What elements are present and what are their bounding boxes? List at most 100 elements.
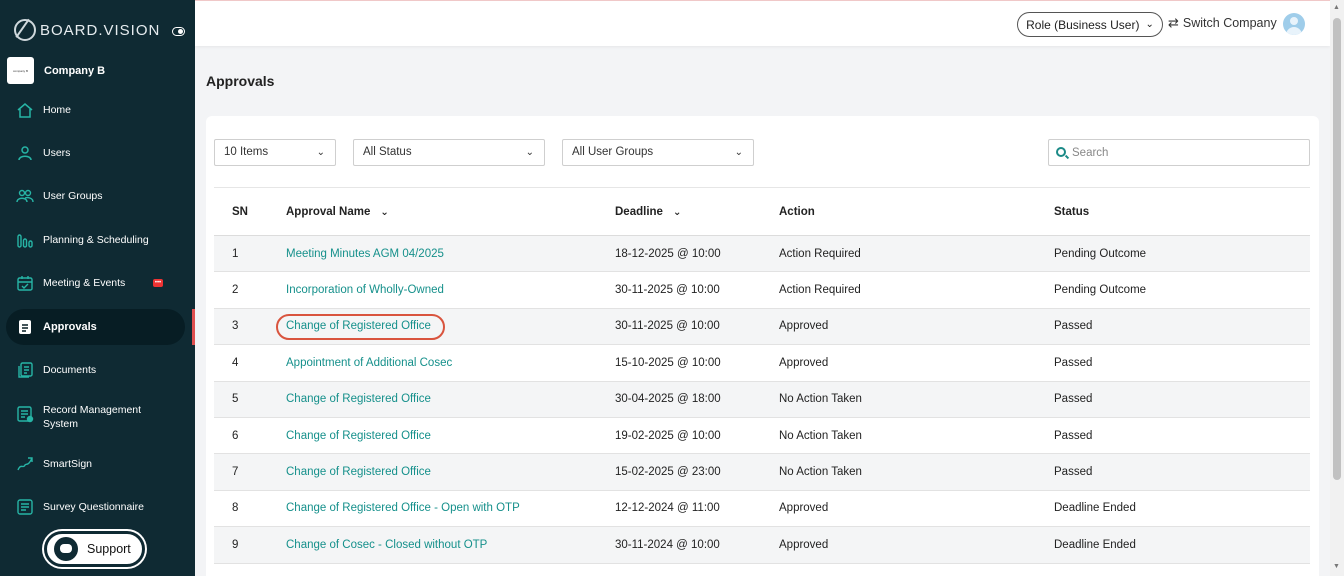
active-indicator	[192, 309, 195, 345]
header-status: Status	[1054, 187, 1310, 236]
cell-deadline: 30-04-2025 @ 18:00	[615, 381, 779, 418]
cell-action: Action Required	[779, 235, 1054, 273]
header-approval-name[interactable]: Approval Name ⌄	[286, 187, 615, 236]
sidebar-toggle-icon[interactable]	[172, 27, 185, 36]
sidebar-item-label: Survey Questionnaire	[43, 501, 144, 513]
page-title: Approvals	[206, 73, 275, 89]
scroll-thumb[interactable]	[1333, 18, 1341, 480]
cell-action: Approved	[779, 308, 1054, 346]
cell-status: Deadline Ended	[1054, 526, 1310, 564]
table-row: 8 Change of Registered Office - Open wit…	[214, 490, 1310, 528]
sort-chevron-icon[interactable]: ⌄	[380, 207, 388, 218]
role-label: Role (Business User)	[1026, 17, 1140, 32]
chevron-down-icon: ⌄	[734, 147, 743, 158]
cell-deadline: 18-12-2025 @ 10:00	[615, 235, 779, 273]
cell-sn: 7	[214, 453, 286, 491]
table-row: 9 Change of Cosec - Closed without OTP 3…	[214, 526, 1310, 564]
sidebar-item-label: SmartSign	[43, 458, 93, 470]
sidebar-item-label: Documents	[43, 364, 97, 376]
sidebar-item-home[interactable]: Home	[0, 92, 195, 128]
search-icon	[1056, 147, 1066, 157]
header-deadline[interactable]: Deadline ⌄	[615, 187, 779, 236]
approval-name-link[interactable]: Change of Registered Office	[286, 430, 431, 442]
avatar[interactable]	[1283, 13, 1305, 35]
approval-name-link[interactable]: Change of Registered Office - Open with …	[286, 502, 520, 514]
sidebar-item-documents[interactable]: Documents	[0, 352, 195, 388]
top-bar: Role (Business User) ⌄ ⇄ Switch Company	[195, 0, 1330, 46]
sidebar-item-label: User Groups	[43, 190, 103, 202]
scroll-up-icon[interactable]: ▲	[1333, 4, 1340, 11]
company-selector[interactable]: company B Company B	[7, 57, 105, 84]
items-per-page-select[interactable]: 10 Items ⌄	[214, 139, 336, 166]
sidebar-item-approvals[interactable]: Approvals	[0, 309, 195, 345]
chevron-down-icon: ⌄	[1145, 19, 1154, 30]
documents-icon	[18, 362, 33, 378]
sidebar-item-label: Home	[43, 104, 72, 116]
user-groups-filter-select[interactable]: All User Groups ⌄	[562, 139, 754, 166]
scroll-down-icon[interactable]: ▼	[1333, 563, 1340, 570]
sidebar-item-users[interactable]: Users	[0, 135, 195, 171]
approval-name-link[interactable]: Appointment of Additional Cosec	[286, 357, 452, 369]
table-row: 5 Change of Registered Office 30-04-2025…	[214, 381, 1310, 418]
cell-status: Pending Outcome	[1054, 271, 1310, 309]
cell-action: No Action Taken	[779, 417, 1054, 455]
switch-company-label: Switch Company	[1182, 16, 1277, 30]
sidebar-item-user-groups[interactable]: User Groups	[0, 178, 195, 214]
table-row: 1 Meeting Minutes AGM 04/2025 18-12-2025…	[214, 235, 1310, 273]
approval-name-link[interactable]: Change of Registered Office	[286, 393, 431, 405]
calendar-icon	[17, 276, 33, 291]
brand-name: BOARD.VISION	[40, 21, 161, 39]
cell-deadline: 15-10-2025 @ 10:00	[615, 344, 779, 382]
cell-sn: 3	[214, 308, 286, 346]
chevron-down-icon: ⌄	[525, 147, 534, 158]
cell-deadline: 30-11-2024 @ 10:00	[615, 526, 779, 564]
sidebar: BOARD.VISION company B Company B Home Us…	[0, 0, 195, 576]
cell-deadline: 12-12-2024 @ 11:00	[615, 490, 779, 528]
header-sn: SN	[214, 187, 286, 236]
approval-name-link[interactable]: Change of Registered Office	[286, 320, 431, 332]
items-per-page-value: 10 Items	[224, 146, 269, 158]
search-box[interactable]	[1048, 139, 1310, 166]
user-group-icon	[16, 189, 34, 203]
sidebar-item-planning[interactable]: Planning & Scheduling	[0, 222, 195, 258]
approval-name-link[interactable]: Change of Cosec - Closed without OTP	[286, 539, 487, 551]
page-scrollbar[interactable]: ▲ ▼	[1330, 0, 1344, 576]
sidebar-item-label: Approvals	[43, 321, 97, 333]
switch-company-button[interactable]: ⇄ Switch Company	[1168, 15, 1277, 31]
role-selector[interactable]: Role (Business User) ⌄	[1017, 12, 1163, 37]
cell-status: Pending Outcome	[1054, 235, 1310, 273]
cell-action: No Action Taken	[779, 453, 1054, 491]
header-approval-name-label: Approval Name	[286, 205, 371, 218]
approval-name-link[interactable]: Meeting Minutes AGM 04/2025	[286, 248, 444, 260]
sort-chevron-icon[interactable]: ⌄	[673, 207, 681, 218]
cell-deadline: 30-11-2025 @ 10:00	[615, 271, 779, 309]
brand-logo[interactable]: BOARD.VISION	[0, 0, 195, 60]
sidebar-item-survey[interactable]: Survey Questionnaire	[0, 489, 195, 525]
status-filter-value: All Status	[363, 146, 412, 158]
sidebar-item-meetings[interactable]: Meeting & Events •••	[0, 265, 195, 301]
company-logo: company B	[7, 57, 34, 84]
sidebar-item-smartsign[interactable]: SmartSign	[0, 446, 195, 482]
cell-status: Deadline Ended	[1054, 490, 1310, 528]
header-action: Action	[779, 187, 1054, 236]
sidebar-item-label: Planning & Scheduling	[43, 234, 149, 246]
sidebar-item-label: Users	[43, 147, 71, 159]
cell-sn: 8	[214, 490, 286, 528]
cell-sn: 1	[214, 235, 286, 273]
approval-name-link[interactable]: Change of Registered Office	[286, 466, 431, 478]
cell-sn: 2	[214, 271, 286, 309]
table-row: 4 Appointment of Additional Cosec 15-10-…	[214, 344, 1310, 382]
cell-status: Passed	[1054, 308, 1310, 346]
table-row: 6 Change of Registered Office 19-02-2025…	[214, 417, 1310, 455]
cell-action: Action Required	[779, 271, 1054, 309]
support-button[interactable]: Support	[44, 531, 145, 567]
search-input[interactable]	[1072, 144, 1302, 162]
sidebar-item-label-line2: System	[43, 418, 79, 430]
table-row: 3 Change of Registered Office 30-11-2025…	[214, 308, 1310, 346]
sidebar-item-record-management[interactable]: Record Management System	[0, 398, 195, 434]
company-name: Company B	[44, 64, 106, 77]
status-filter-select[interactable]: All Status ⌄	[353, 139, 545, 166]
support-label: Support	[87, 542, 131, 556]
cell-sn: 6	[214, 417, 286, 455]
approval-name-link[interactable]: Incorporation of Wholly-Owned	[286, 284, 444, 296]
